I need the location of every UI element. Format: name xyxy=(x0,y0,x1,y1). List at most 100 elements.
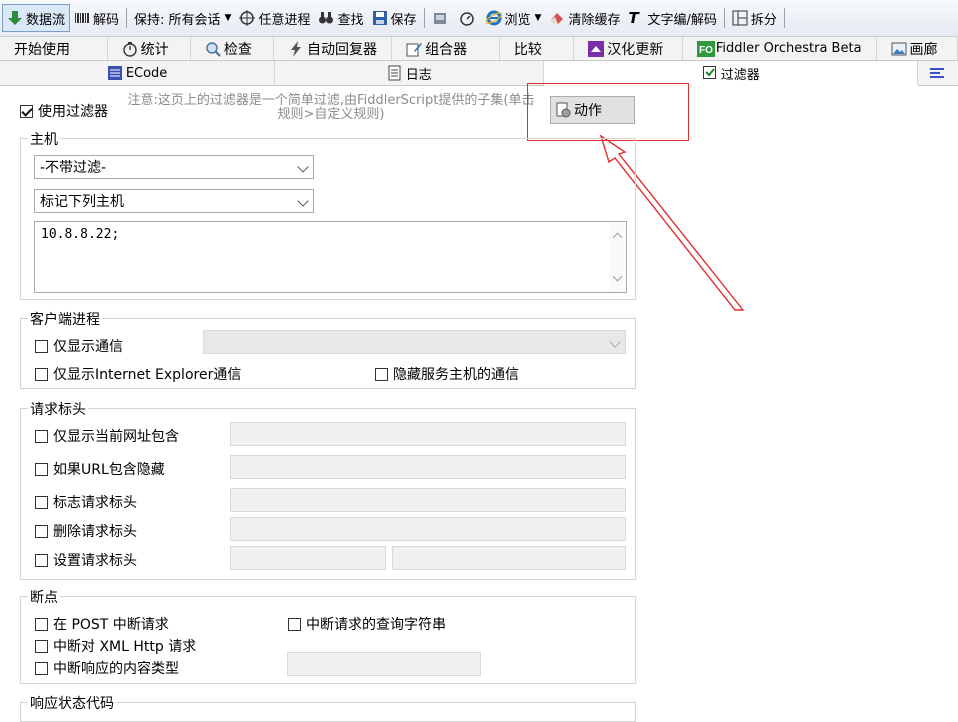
save-icon xyxy=(372,10,388,26)
checkbox[interactable] xyxy=(35,463,48,476)
decode-button[interactable]: 解码 xyxy=(70,5,123,31)
keep-sessions-dropdown[interactable]: 保持: 所有会话 ▼ xyxy=(130,5,235,31)
checkbox[interactable] xyxy=(35,618,48,631)
toolbar-divider xyxy=(423,8,425,28)
checkbox-label: 标志请求标头 xyxy=(53,495,137,511)
tab-compare[interactable]: 比较 xyxy=(500,37,575,60)
text-wizard-label: 文字编/解码 xyxy=(647,12,717,28)
tab-label: 日志 xyxy=(405,67,432,83)
timer-button[interactable] xyxy=(455,5,482,31)
content-type-input[interactable] xyxy=(287,652,481,676)
hide-if-url-contains-checkbox[interactable]: 如果URL包含隐藏 xyxy=(35,459,165,479)
set-header-value-input[interactable] xyxy=(392,546,626,570)
tab-log[interactable]: 日志 xyxy=(275,61,545,85)
checkbox-label: 仅显示Internet Explorer通信 xyxy=(53,367,242,383)
tab-statistics[interactable]: 统计 xyxy=(108,37,191,60)
find-button[interactable]: 查找 xyxy=(314,5,367,31)
checkbox[interactable] xyxy=(35,340,48,353)
hide-service-hosts-checkbox[interactable]: 隐藏服务主机的通信 xyxy=(375,364,519,384)
zone-filter-select[interactable]: -不带过滤- xyxy=(34,155,314,179)
checkbox[interactable] xyxy=(35,662,48,675)
binoculars-icon xyxy=(318,10,334,26)
host-mode-select[interactable]: 标记下列主机 xyxy=(34,189,314,213)
tab-label: 比较 xyxy=(513,41,542,58)
find-label: 查找 xyxy=(337,12,364,28)
request-headers-title: 请求标头 xyxy=(28,399,88,419)
url-contains-input[interactable] xyxy=(230,422,626,446)
tab-ecode[interactable]: ECode xyxy=(0,61,276,85)
down-arrow-icon xyxy=(7,10,23,26)
inspector-tabs: 开始使用 统计 检查 自动回复器 组合器 比较 汉化更新 FO Fiddler … xyxy=(0,37,958,61)
checkbox[interactable] xyxy=(20,105,33,118)
tab-more[interactable] xyxy=(918,61,958,85)
process-select[interactable] xyxy=(203,330,626,354)
any-process-button[interactable]: 任意进程 xyxy=(235,5,314,31)
scroll-down-icon[interactable] xyxy=(612,271,623,282)
browse-dropdown[interactable]: 浏览 ▼ xyxy=(482,5,546,31)
use-filters-checkbox[interactable]: 使用过滤器 xyxy=(20,101,108,121)
tab-label: 检查 xyxy=(223,41,252,58)
response-status-title: 响应状态代码 xyxy=(28,693,116,713)
toolbar-divider xyxy=(126,8,128,28)
set-request-header-checkbox[interactable]: 设置请求标头 xyxy=(35,550,137,570)
svg-text:FO: FO xyxy=(699,45,713,56)
eraser-icon xyxy=(549,10,565,26)
checkbox[interactable] xyxy=(35,525,48,538)
toolbar-divider xyxy=(783,8,785,28)
host-list-textarea[interactable]: 10.8.8.22; xyxy=(34,221,627,293)
split-button[interactable]: 拆分 xyxy=(728,5,781,31)
text-t-icon: T xyxy=(628,9,639,27)
break-on-content-type-checkbox[interactable]: 中断响应的内容类型 xyxy=(35,658,179,678)
checkbox[interactable] xyxy=(35,554,48,567)
log-icon xyxy=(387,65,403,81)
checkbox-label: 在 POST 中断请求 xyxy=(53,617,169,633)
tab-inspectors[interactable]: 检查 xyxy=(191,37,275,60)
checkbox-label: 中断请求的查询字符串 xyxy=(306,617,446,633)
chevron-down-icon xyxy=(297,195,309,207)
stream-button[interactable]: 数据流 xyxy=(2,4,71,32)
checkbox-label: 仅显示通信 xyxy=(53,339,123,355)
list-icon xyxy=(929,65,945,81)
dropdown-caret-icon: ▼ xyxy=(224,13,232,23)
break-on-post-checkbox[interactable]: 在 POST 中断请求 xyxy=(35,614,169,634)
checkbox[interactable] xyxy=(35,496,48,509)
tab-label: ECode xyxy=(125,65,168,81)
checkbox-label: 隐藏服务主机的通信 xyxy=(393,367,519,383)
tab-label: 过滤器 xyxy=(720,67,760,83)
select-value: 标记下列主机 xyxy=(40,194,124,210)
flag-request-header-checkbox[interactable]: 标志请求标头 xyxy=(35,492,137,512)
hide-url-input[interactable] xyxy=(230,455,626,479)
tab-label: 开始使用 xyxy=(14,41,70,58)
tab-gallery[interactable]: 画廊 xyxy=(877,37,958,60)
dropdown-caret-icon: ▼ xyxy=(534,13,542,23)
show-only-traffic-checkbox[interactable]: 仅显示通信 xyxy=(35,336,123,356)
save-label: 保存 xyxy=(390,12,417,28)
tab-localization-update[interactable]: 汉化更新 xyxy=(574,37,683,60)
tab-fiddler-orchestra[interactable]: FO Fiddler Orchestra Beta xyxy=(683,37,877,60)
scrollbar[interactable] xyxy=(609,222,626,292)
delete-header-input[interactable] xyxy=(230,517,626,541)
scroll-up-icon[interactable] xyxy=(612,232,623,243)
tab-get-started[interactable]: 开始使用 xyxy=(0,37,108,60)
delete-request-header-checkbox[interactable]: 删除请求标头 xyxy=(35,521,137,541)
checkbox[interactable] xyxy=(35,430,48,443)
break-on-querystring-checkbox[interactable]: 中断请求的查询字符串 xyxy=(288,614,446,634)
show-if-url-contains-checkbox[interactable]: 仅显示当前网址包含 xyxy=(35,426,179,446)
toolbar-divider xyxy=(723,8,725,28)
checkbox-label: 删除请求标头 xyxy=(53,524,137,540)
gallery-icon xyxy=(891,41,907,57)
checkbox[interactable] xyxy=(288,618,301,631)
text-wizard-button[interactable]: T 文字编/解码 xyxy=(624,5,720,31)
flag-header-input[interactable] xyxy=(230,488,626,512)
break-on-xmlhttp-checkbox[interactable]: 中断对 XML Http 请求 xyxy=(35,636,196,656)
checkbox[interactable] xyxy=(35,640,48,653)
show-ie-only-checkbox[interactable]: 仅显示Internet Explorer通信 xyxy=(35,364,241,384)
tab-autoresponder[interactable]: 自动回复器 xyxy=(274,37,393,60)
save-button[interactable]: 保存 xyxy=(368,5,421,31)
checkbox[interactable] xyxy=(375,368,388,381)
clear-cache-button[interactable]: 清除缓存 xyxy=(545,5,624,31)
checkbox[interactable] xyxy=(35,368,48,381)
screenshot-button[interactable] xyxy=(428,5,455,31)
set-header-name-input[interactable] xyxy=(230,546,386,570)
tab-composer[interactable]: 组合器 xyxy=(392,37,500,60)
